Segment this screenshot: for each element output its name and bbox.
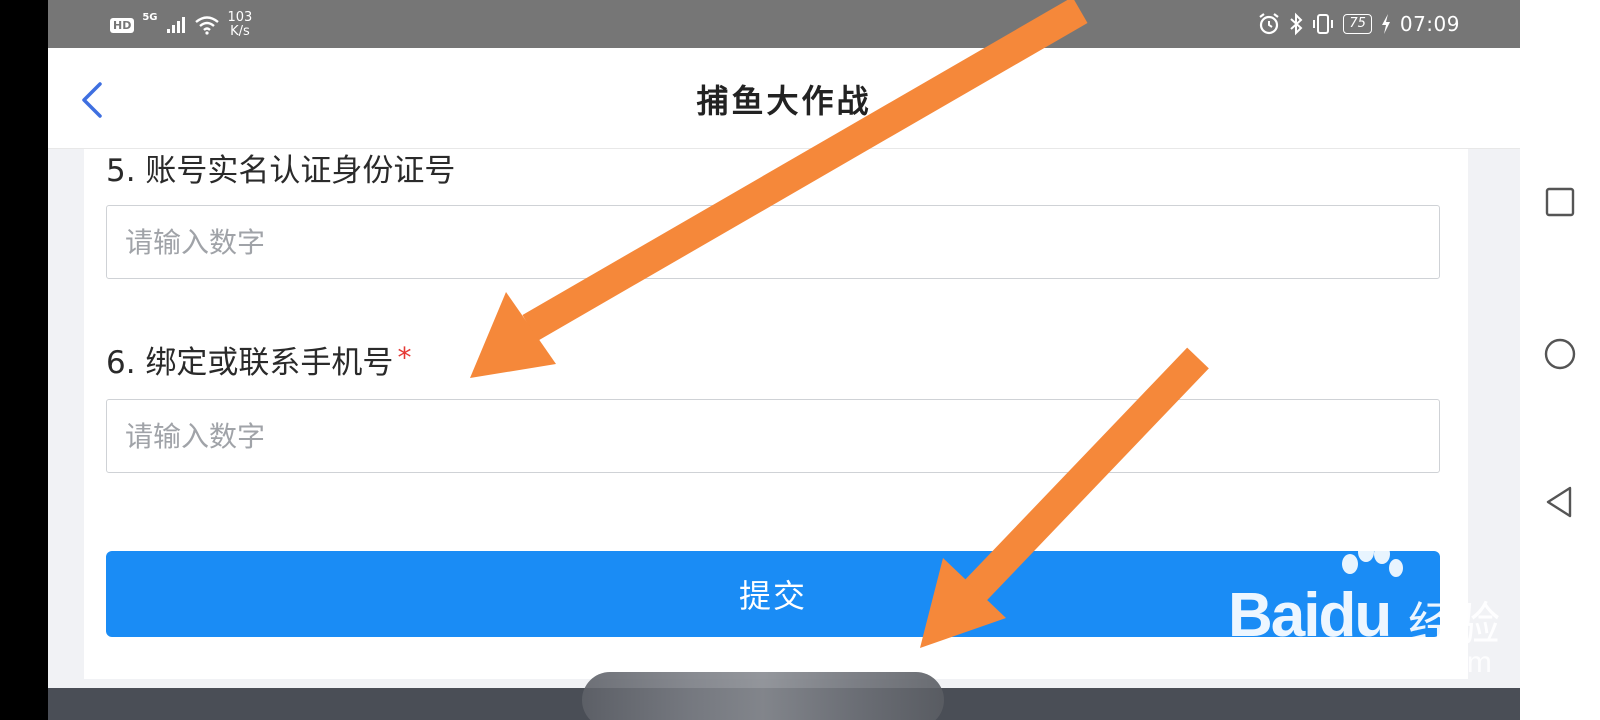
form-card: 5. 账号实名认证身份证号 6. 绑定或联系手机号* 提交 — [84, 149, 1468, 679]
vibrate-icon — [1313, 14, 1334, 34]
speed-unit: K/s — [230, 24, 250, 39]
clock: 07:09 — [1399, 12, 1460, 36]
network-speed: 103 K/s — [228, 11, 253, 39]
required-asterisk: * — [397, 341, 412, 374]
phone-number-input[interactable] — [106, 399, 1440, 473]
phone-screen: HD 5G 103 K/s 75 07:09 捕鱼大作战 5. 账号实名认证身份… — [48, 0, 1520, 720]
question-5-text: 5. 账号实名认证身份证号 — [106, 153, 456, 189]
home-icon — [1544, 338, 1576, 370]
top-nav-bar: 捕鱼大作战 — [48, 48, 1520, 149]
charging-icon — [1381, 14, 1390, 34]
status-right: 75 07:09 — [1257, 9, 1460, 39]
question-5-label: 5. 账号实名认证身份证号 — [106, 145, 455, 190]
question-6-label: 6. 绑定或联系手机号 * — [106, 337, 411, 382]
status-left: HD 5G 103 K/s — [110, 8, 252, 42]
submit-button[interactable]: 提交 — [106, 551, 1440, 637]
system-back-button[interactable] — [1538, 480, 1582, 524]
hd-badge: HD — [110, 17, 135, 33]
speed-value: 103 — [227, 10, 253, 25]
recent-apps-icon — [1545, 187, 1575, 217]
system-nav-bar — [1520, 0, 1600, 720]
back-triangle-icon — [1546, 486, 1572, 518]
status-bar: HD 5G 103 K/s 75 07:09 — [48, 0, 1520, 48]
question-6-text: 6. 绑定或联系手机号 — [106, 345, 394, 381]
battery-icon: 75 — [1343, 14, 1372, 34]
gesture-handle[interactable] — [582, 672, 944, 720]
page-title: 捕鱼大作战 — [696, 82, 872, 120]
bluetooth-icon — [1290, 12, 1303, 36]
alarm-icon — [1259, 13, 1279, 35]
network-type: 5G — [142, 11, 158, 23]
recent-apps-button[interactable] — [1538, 180, 1582, 224]
id-number-input[interactable] — [106, 205, 1440, 279]
signal-icon — [166, 17, 185, 33]
home-button[interactable] — [1538, 332, 1582, 376]
wifi-icon — [194, 16, 219, 35]
